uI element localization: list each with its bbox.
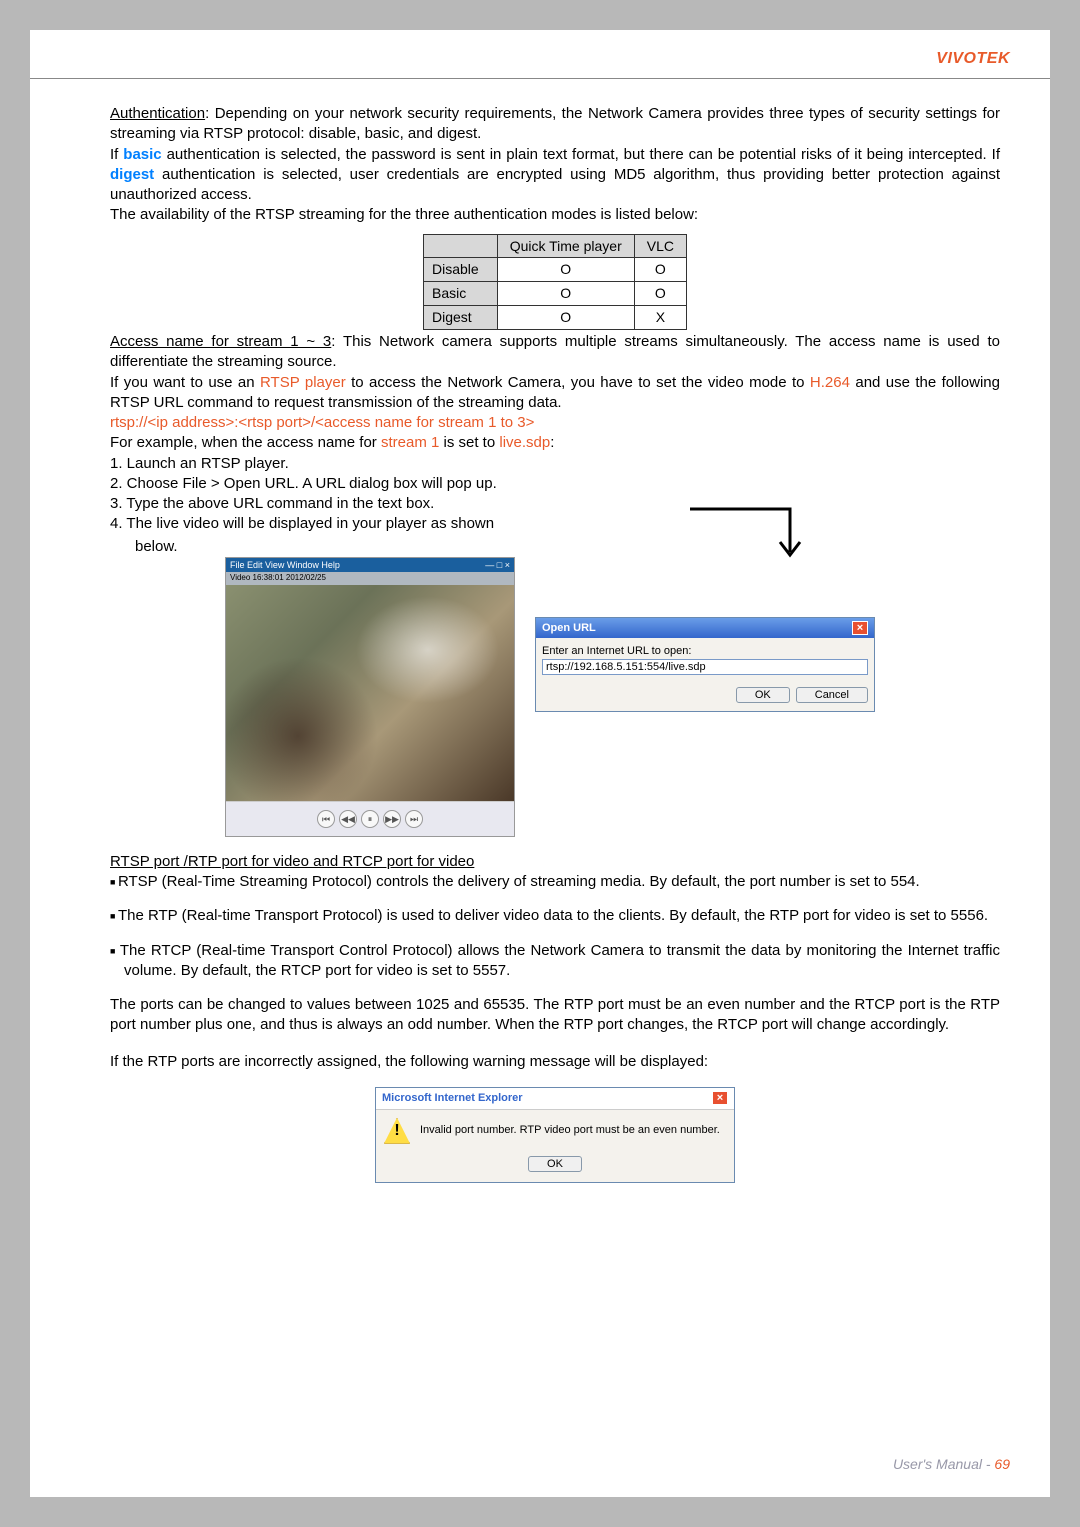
table-header-vlc: VLC xyxy=(634,234,686,258)
steps-list: 1. Launch an RTSP player. 2. Choose File… xyxy=(110,454,1000,535)
digest-text: authentication is selected, user credent… xyxy=(110,166,1000,203)
bullet-rtcp: The RTCP (Real-time Transport Control Pr… xyxy=(124,941,1000,982)
brand-header: VIVOTEK xyxy=(30,30,1050,76)
table-row: Quick Time player VLC xyxy=(424,234,687,258)
auth-heading: Authentication xyxy=(110,105,205,122)
dialog-body: Enter an Internet URL to open: xyxy=(536,638,874,681)
warning-icon: ! xyxy=(384,1118,410,1144)
ok-button[interactable]: OK xyxy=(528,1156,582,1172)
ports-para2: If the RTP ports are incorrectly assigne… xyxy=(110,1052,1000,1072)
video-menu: File Edit View Window Help xyxy=(230,559,340,571)
row-label: Disable xyxy=(424,258,498,282)
cell: O xyxy=(634,258,686,282)
auth-table: Quick Time player VLC Disable O O Basic … xyxy=(423,234,687,331)
access-paragraph: Access name for stream 1 ~ 3: This Netwo… xyxy=(110,332,1000,373)
step-4: 4. The live video will be displayed in y… xyxy=(110,514,1000,534)
rewind-icon[interactable]: ⏮ xyxy=(317,810,335,828)
ie-title-text: Microsoft Internet Explorer xyxy=(382,1091,523,1106)
stream1-text: stream 1 xyxy=(381,434,439,451)
video-frame-image xyxy=(226,585,514,801)
ie-titlebar: Microsoft Internet Explorer × xyxy=(376,1088,734,1110)
ie-body: ! Invalid port number. RTP video port mu… xyxy=(376,1110,734,1152)
avail-text: The availability of the RTSP streaming f… xyxy=(110,205,1000,225)
main-content: Authentication: Depending on your networ… xyxy=(30,104,1050,1183)
txt: If you want to use an xyxy=(110,374,260,391)
page-footer: User's Manual - 69 xyxy=(893,1456,1010,1472)
close-icon[interactable]: × xyxy=(852,621,868,635)
table-row: Digest O X xyxy=(424,306,687,330)
fwd-icon[interactable]: ▶▶ xyxy=(383,810,401,828)
livesdp-text: live.sdp xyxy=(499,434,550,451)
video-controls: ⏮ ◀◀ ⏸ ▶▶ ⏭ xyxy=(226,801,514,836)
window-controls: — □ × xyxy=(485,559,510,571)
txt: is set to xyxy=(439,434,499,451)
arrow-down-icon xyxy=(690,507,810,577)
media-row: below. File Edit View Window Help — □ × … xyxy=(110,537,1000,837)
ports-heading: RTSP port /RTP port for video and RTCP p… xyxy=(110,852,1000,872)
cell: X xyxy=(634,306,686,330)
ie-warning-dialog: Microsoft Internet Explorer × ! Invalid … xyxy=(375,1087,735,1183)
auth-paragraph: Authentication: Depending on your networ… xyxy=(110,104,1000,145)
video-player-screenshot: File Edit View Window Help — □ × Video 1… xyxy=(225,557,515,837)
ports-para1: The ports can be changed to values betwe… xyxy=(110,995,1000,1036)
bullet-rtp: The RTP (Real-time Transport Protocol) i… xyxy=(124,906,1000,926)
url-template: rtsp://<ip address>:<rtsp port>/<access … xyxy=(110,413,1000,433)
step-2: 2. Choose File > Open URL. A URL dialog … xyxy=(110,474,1000,494)
open-url-dialog: Open URL × Enter an Internet URL to open… xyxy=(535,617,875,713)
cell: O xyxy=(497,258,634,282)
ok-button[interactable]: OK xyxy=(736,687,790,703)
basic-keyword: basic xyxy=(123,146,161,163)
step-1: 1. Launch an RTSP player. xyxy=(110,454,1000,474)
video-titlebar: File Edit View Window Help — □ × xyxy=(226,558,514,572)
table-header-qt: Quick Time player xyxy=(497,234,634,258)
cancel-button[interactable]: Cancel xyxy=(796,687,868,703)
rtsp-player-text: RTSP player xyxy=(260,374,346,391)
table-header-empty xyxy=(424,234,498,258)
basic-text: authentication is selected, the password… xyxy=(162,146,1000,163)
digest-keyword: digest xyxy=(110,166,154,183)
cell: O xyxy=(497,282,634,306)
txt: to access the Network Camera, you have t… xyxy=(346,374,810,391)
step-3: 3. Type the above URL command in the tex… xyxy=(110,494,1000,514)
dialog-buttons: OK Cancel xyxy=(536,681,874,711)
access-line2: If you want to use an RTSP player to acc… xyxy=(110,373,1000,414)
table-row: Basic O O xyxy=(424,282,687,306)
header-divider xyxy=(30,78,1050,79)
cell: O xyxy=(497,306,634,330)
row-label: Digest xyxy=(424,306,498,330)
bullet-rtsp: RTSP (Real-Time Streaming Protocol) cont… xyxy=(124,872,1000,892)
footer-text: User's Manual - xyxy=(893,1456,994,1472)
next-icon[interactable]: ⏭ xyxy=(405,810,423,828)
row-label: Basic xyxy=(424,282,498,306)
document-page: VIVOTEK Authentication: Depending on you… xyxy=(30,30,1050,1497)
ie-message: Invalid port number. RTP video port must… xyxy=(420,1123,720,1138)
back-icon[interactable]: ◀◀ xyxy=(339,810,357,828)
example-line: For example, when the access name for st… xyxy=(110,433,1000,453)
auth-intro: : Depending on your network security req… xyxy=(110,105,1000,142)
step4-below: below. xyxy=(135,537,515,557)
dialog-titlebar: Open URL × xyxy=(536,618,874,639)
h264-text: H.264 xyxy=(810,374,850,391)
cell: O xyxy=(634,282,686,306)
arrow-column: Open URL × Enter an Internet URL to open… xyxy=(535,537,875,713)
if-prefix: If xyxy=(110,146,123,163)
footer-page: 69 xyxy=(994,1456,1010,1472)
dialog-title: Open URL xyxy=(542,621,596,636)
txt: For example, when the access name for xyxy=(110,434,381,451)
txt: : xyxy=(550,434,554,451)
access-heading: Access name for stream 1 ~ 3 xyxy=(110,333,331,350)
table-row: Disable O O xyxy=(424,258,687,282)
auth-basic-digest: If basic authentication is selected, the… xyxy=(110,145,1000,206)
video-timestamp: Video 16:38:01 2012/02/25 xyxy=(226,572,514,585)
url-input[interactable] xyxy=(542,659,868,675)
ie-footer: OK xyxy=(376,1152,734,1182)
url-label: Enter an Internet URL to open: xyxy=(542,644,868,659)
close-icon[interactable]: × xyxy=(712,1091,728,1105)
pause-icon[interactable]: ⏸ xyxy=(361,810,379,828)
